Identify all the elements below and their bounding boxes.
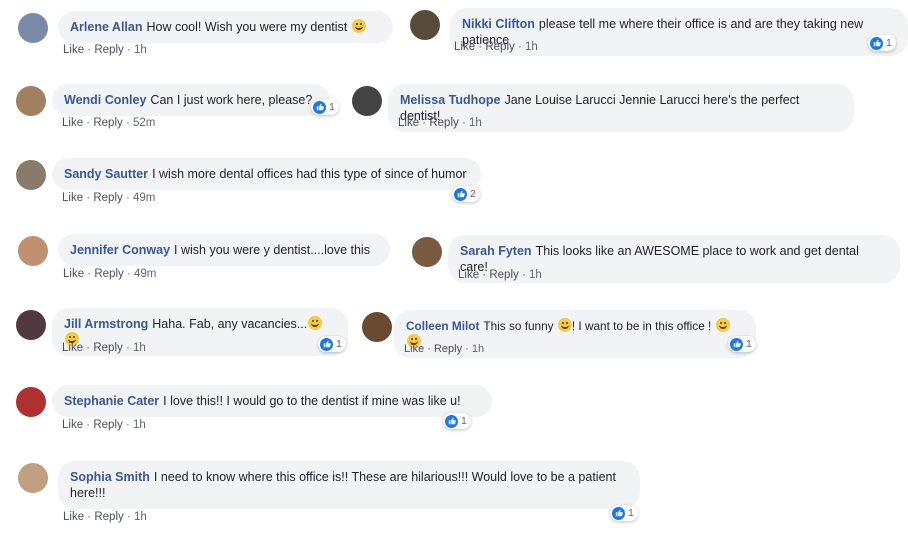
like-link[interactable]: Like	[63, 44, 84, 56]
reaction-count[interactable]: 1	[868, 35, 896, 51]
commenter-name[interactable]: Sandy Sautter	[64, 167, 148, 181]
comment-text: This so funny	[483, 319, 554, 333]
timestamp[interactable]: 1h	[133, 419, 146, 431]
reaction-count[interactable]: 2	[452, 186, 480, 202]
thumbs-up-icon	[454, 187, 467, 201]
comment-actions: Like · Reply · 1h	[398, 117, 482, 129]
timestamp[interactable]: 1h	[472, 343, 484, 355]
laughing-face-icon	[715, 318, 730, 332]
timestamp[interactable]: 49m	[134, 268, 156, 280]
avatar[interactable]	[16, 387, 46, 417]
timestamp[interactable]: 1h	[469, 117, 482, 129]
reaction-count[interactable]: 1	[728, 336, 756, 352]
commenter-name[interactable]: Colleen Milot	[406, 319, 479, 333]
thumbs-up-icon	[730, 337, 743, 351]
thumbs-up-icon	[612, 506, 625, 520]
avatar[interactable]	[352, 86, 382, 116]
avatar[interactable]	[18, 236, 48, 266]
laughing-face-icon	[308, 316, 323, 330]
thumbs-up-icon	[313, 100, 326, 114]
commenter-name[interactable]: Jennifer Conway	[70, 243, 170, 257]
commenter-name[interactable]: Wendi Conley	[64, 93, 146, 107]
reply-link[interactable]: Reply	[93, 342, 122, 354]
like-link[interactable]: Like	[458, 269, 479, 281]
comment-text: Can I just work here, please?	[150, 93, 313, 107]
reply-link[interactable]: Reply	[93, 117, 122, 129]
comment-bubble: Stephanie Cater I love this!! I would go …	[52, 385, 492, 417]
like-link[interactable]: Like	[62, 192, 83, 204]
reply-link[interactable]: Reply	[489, 269, 518, 281]
like-link[interactable]: Like	[62, 117, 83, 129]
reply-link[interactable]: Reply	[429, 117, 458, 129]
like-link[interactable]: Like	[62, 419, 83, 431]
commenter-name[interactable]: Stephanie Cater	[64, 394, 159, 408]
commenter-name[interactable]: Nikki Clifton	[462, 17, 535, 31]
timestamp[interactable]: 1h	[529, 269, 542, 281]
comment-text: I love this!! I would go to the dentist …	[163, 394, 461, 408]
thumbs-up-icon	[445, 414, 458, 428]
reply-link[interactable]: Reply	[434, 343, 462, 355]
comment-text: I need to know where this office is!! Th…	[70, 470, 616, 500]
comment-actions: Like · Reply · 1h	[63, 44, 147, 56]
comment-actions: Like · Reply · 49m	[62, 192, 156, 204]
comment-bubble: Arlene Allan How cool! Wish you were my d…	[58, 11, 393, 43]
avatar[interactable]	[18, 13, 48, 43]
commenter-name[interactable]: Arlene Allan	[70, 20, 142, 34]
reply-link[interactable]: Reply	[93, 192, 122, 204]
timestamp[interactable]: 1h	[134, 511, 147, 523]
smiling-face-icon	[351, 19, 366, 33]
timestamp[interactable]: 52m	[133, 117, 155, 129]
comment-actions: Like · Reply · 49m	[63, 268, 157, 280]
comment-bubble: Wendi Conley Can I just work here, please…	[52, 84, 330, 116]
commenter-name[interactable]: Melissa Tudhope	[400, 93, 500, 107]
timestamp[interactable]: 1h	[134, 44, 147, 56]
comment-text: I wish you were y dentist....love this	[174, 243, 370, 257]
comment-text: How cool! Wish you were my dentist	[146, 20, 348, 34]
comment-actions: Like · Reply · 1h	[62, 419, 146, 431]
comment-text-continued: ! I want to be in this office !	[571, 319, 712, 333]
comment-bubble: Jennifer Conway I wish you were y dentist…	[58, 234, 390, 266]
avatar[interactable]	[410, 10, 440, 40]
avatar[interactable]	[16, 310, 46, 340]
commenter-name[interactable]: Sophia Smith	[70, 470, 150, 484]
thumbs-up-icon	[320, 337, 333, 351]
avatar[interactable]	[16, 160, 46, 190]
reply-link[interactable]: Reply	[93, 419, 122, 431]
avatar[interactable]	[16, 86, 46, 116]
comment-actions: Like · Reply · 1h	[63, 511, 147, 523]
comment-text: I wish more dental offices had this type…	[152, 167, 467, 181]
comment-bubble: Sandy Sautter I wish more dental offices …	[52, 158, 481, 190]
comment-actions: Like · Reply · 1h	[454, 41, 538, 53]
reaction-count[interactable]: 1	[443, 413, 471, 429]
avatar[interactable]	[18, 463, 48, 493]
like-link[interactable]: Like	[404, 343, 424, 355]
timestamp[interactable]: 49m	[133, 192, 155, 204]
comment-actions: Like · Reply · 1h	[62, 342, 146, 354]
comment-actions: Like · Reply · 1h	[404, 343, 485, 355]
avatar[interactable]	[362, 312, 392, 342]
reaction-count[interactable]: 1	[610, 505, 638, 521]
comment-actions: Like · Reply · 1h	[458, 269, 542, 281]
commenter-name[interactable]: Jill Armstrong	[64, 317, 148, 331]
laughing-face-icon	[557, 318, 572, 332]
timestamp[interactable]: 1h	[525, 41, 538, 53]
commenter-name[interactable]: Sarah Fyten	[460, 244, 532, 258]
timestamp[interactable]: 1h	[133, 342, 146, 354]
thumbs-up-icon	[870, 36, 883, 50]
reaction-count[interactable]: 1	[311, 99, 339, 115]
avatar[interactable]	[412, 237, 442, 267]
like-link[interactable]: Like	[398, 117, 419, 129]
reply-link[interactable]: Reply	[94, 268, 123, 280]
comment-bubble: Sophia Smith I need to know where this of…	[58, 461, 640, 509]
reply-link[interactable]: Reply	[94, 44, 123, 56]
reply-link[interactable]: Reply	[94, 511, 123, 523]
like-link[interactable]: Like	[63, 268, 84, 280]
comment-text: Haha. Fab, any vacancies...	[152, 317, 308, 331]
reply-link[interactable]: Reply	[485, 41, 514, 53]
like-link[interactable]: Like	[62, 342, 83, 354]
like-link[interactable]: Like	[454, 41, 475, 53]
comment-actions: Like · Reply · 52m	[62, 117, 156, 129]
reaction-count[interactable]: 1	[318, 336, 346, 352]
like-link[interactable]: Like	[63, 511, 84, 523]
